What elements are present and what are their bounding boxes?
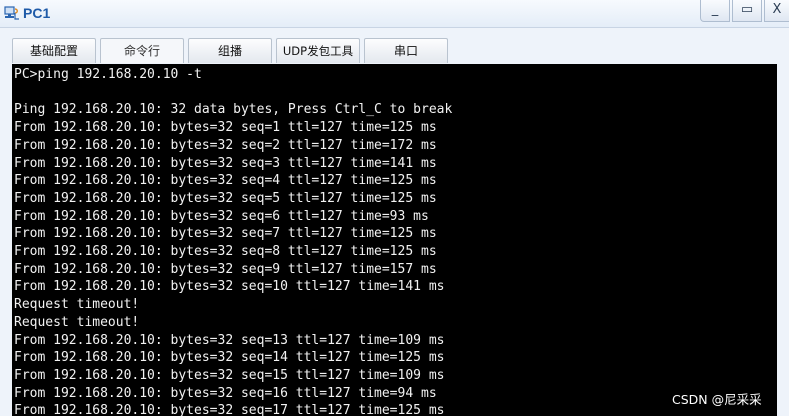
tab-multicast[interactable]: 组播 xyxy=(188,38,272,63)
terminal-line: From 192.168.20.10: bytes=32 seq=1 ttl=1… xyxy=(14,120,437,136)
close-icon: X xyxy=(772,2,782,17)
terminal-line: From 192.168.20.10: bytes=32 seq=13 ttl=… xyxy=(14,332,445,348)
terminal-line: From 192.168.20.10: bytes=32 seq=15 ttl=… xyxy=(14,367,445,383)
terminal-line: Request timeout! xyxy=(14,314,140,330)
maximize-button[interactable]: ▭ xyxy=(732,0,762,22)
pc-app-icon xyxy=(3,4,21,22)
terminal-line: From 192.168.20.10: bytes=32 seq=14 ttl=… xyxy=(14,350,445,366)
terminal-line: From 192.168.20.10: bytes=32 seq=17 ttl=… xyxy=(14,403,445,416)
title-bar[interactable]: PC1 _ ▭ X xyxy=(0,0,789,28)
pc1-window: PC1 _ ▭ X 基础配置 命令行 组播 UDP发包工具 串口 PC>ping… xyxy=(0,0,789,416)
close-button[interactable]: X xyxy=(764,0,789,22)
terminal-line: From 192.168.20.10: bytes=32 seq=3 ttl=1… xyxy=(14,155,437,171)
terminal-line: Request timeout! xyxy=(14,297,140,313)
command-line-terminal[interactable]: PC>ping 192.168.20.10 -t Ping 192.168.20.… xyxy=(12,64,777,416)
tab-basic-config[interactable]: 基础配置 xyxy=(12,38,96,63)
terminal-line: From 192.168.20.10: bytes=32 seq=8 ttl=1… xyxy=(14,244,437,259)
tab-serial-port[interactable]: 串口 xyxy=(364,38,448,63)
watermark: CSDN @尼采采 xyxy=(672,392,762,407)
terminal-line: PC>ping 192.168.20.10 -t xyxy=(14,67,202,82)
window-title: PC1 xyxy=(23,5,51,21)
minimize-icon: _ xyxy=(711,2,719,17)
tab-command-line[interactable]: 命令行 xyxy=(100,38,184,63)
terminal-line: From 192.168.20.10: bytes=32 seq=5 ttl=1… xyxy=(14,190,437,206)
tab-bar: 基础配置 命令行 组播 UDP发包工具 串口 xyxy=(0,28,789,64)
terminal-line: From 192.168.20.10: bytes=32 seq=9 ttl=1… xyxy=(14,261,437,277)
tab-udp-tool[interactable]: UDP发包工具 xyxy=(276,38,360,63)
minimize-button[interactable]: _ xyxy=(700,0,730,22)
terminal-line: From 192.168.20.10: bytes=32 seq=10 ttl=… xyxy=(14,279,445,295)
terminal-line: From 192.168.20.10: bytes=32 seq=16 ttl=… xyxy=(14,385,437,401)
terminal-line: From 192.168.20.10: bytes=32 seq=2 ttl=1… xyxy=(14,137,437,153)
terminal-line: From 192.168.20.10: bytes=32 seq=4 ttl=1… xyxy=(14,173,437,189)
terminal-line: From 192.168.20.10: bytes=32 seq=7 ttl=1… xyxy=(14,226,437,242)
terminal-line: From 192.168.20.10: bytes=32 seq=6 ttl=1… xyxy=(14,208,429,224)
terminal-line: Ping 192.168.20.10: 32 data bytes, Press… xyxy=(14,102,453,118)
maximize-icon: ▭ xyxy=(740,2,754,17)
